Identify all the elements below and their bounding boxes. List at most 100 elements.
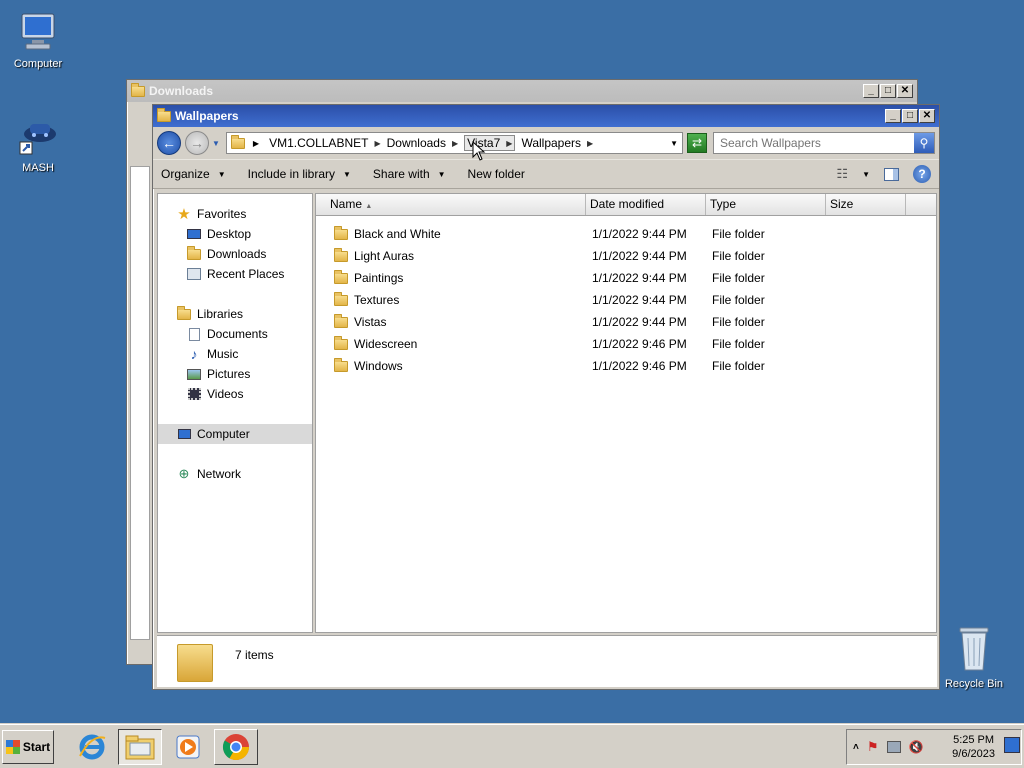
network-status-icon[interactable] [886, 741, 901, 753]
help-icon[interactable]: ? [913, 165, 931, 183]
table-row[interactable]: Black and White 1/1/2022 9:44 PM File fold… [316, 223, 936, 245]
folder-icon [334, 313, 348, 328]
address-bar[interactable]: ▶ VM1.COLLABNET ▶ Downloads ▶ Vista7 ▶ Wall… [225, 132, 683, 154]
column-name[interactable]: Name ▲ [316, 194, 586, 215]
view-chevron-down-icon[interactable]: ▼ [862, 170, 870, 179]
chevron-right-icon[interactable]: ▶ [506, 139, 512, 148]
windows-explorer-icon [125, 735, 155, 759]
include-in-library-button[interactable]: Include in library ▼ [248, 167, 351, 181]
close-button[interactable]: ✕ [919, 109, 935, 123]
refresh-button[interactable]: ⇄ [687, 133, 707, 153]
table-row[interactable]: Light Auras 1/1/2022 9:44 PM File folder [316, 245, 936, 267]
taskbar-media-player[interactable] [166, 729, 210, 765]
nav-pictures[interactable]: Pictures [158, 364, 312, 384]
desktop-icon-label: Recycle Bin [944, 678, 1004, 690]
recycle-bin-icon [954, 624, 994, 674]
forward-button[interactable]: → [185, 131, 209, 155]
navigation-pane: ★ Favorites Desktop Downloads Recent Pla… [157, 193, 313, 633]
nav-computer[interactable]: Computer [158, 424, 312, 444]
details-pane: 7 items [157, 635, 937, 687]
folder-icon [334, 357, 348, 372]
chevron-right-icon[interactable]: ▶ [587, 139, 593, 148]
address-history-chevron-icon[interactable]: ▼ [670, 139, 678, 148]
share-with-button[interactable]: Share with ▼ [373, 167, 446, 181]
file-date: 1/1/2022 9:44 PM [592, 315, 687, 329]
nav-desktop[interactable]: Desktop [158, 224, 312, 244]
search-input[interactable] [714, 136, 914, 150]
table-row[interactable]: Widescreen 1/1/2022 9:46 PM File folder [316, 333, 936, 355]
taskbar-chrome[interactable] [214, 728, 258, 765]
breadcrumb-computer[interactable]: VM1.COLLABNET ▶ [269, 136, 381, 150]
column-type[interactable]: Type [706, 194, 826, 215]
file-type: File folder [712, 227, 765, 241]
breadcrumb-wallpapers[interactable]: Wallpapers ▶ [521, 136, 593, 150]
music-icon: ♪ [190, 346, 198, 362]
file-type: File folder [712, 337, 765, 351]
table-row[interactable]: Textures 1/1/2022 9:44 PM File folder [316, 289, 936, 311]
nav-videos[interactable]: Videos [158, 384, 312, 404]
table-row[interactable]: Paintings 1/1/2022 9:44 PM File folder [316, 267, 936, 289]
action-center-flag-icon[interactable]: ⚑ [867, 739, 879, 755]
desktop-icon-mash[interactable]: MASH [0, 118, 76, 174]
search-box[interactable]: ⚲ [713, 132, 935, 154]
table-row[interactable]: Windows 1/1/2022 9:46 PM File folder [316, 355, 936, 377]
nav-downloads[interactable]: Downloads [158, 244, 312, 264]
folder-large-icon [177, 644, 213, 682]
view-options-icon[interactable]: ☷ [836, 166, 848, 182]
clock-date: 9/6/2023 [952, 748, 995, 760]
file-name: Vistas [354, 315, 387, 329]
item-count: 7 items [235, 648, 274, 662]
minimize-button[interactable]: _ [863, 84, 879, 98]
column-size[interactable]: Size [826, 194, 906, 215]
clock[interactable]: 5:25 PM 9/6/2023 [952, 733, 995, 761]
desktop-icon-label: Computer [13, 58, 63, 70]
close-button[interactable]: ✕ [897, 84, 913, 98]
chevron-down-icon: ▼ [343, 169, 351, 179]
minimize-button[interactable]: _ [885, 109, 901, 123]
chevron-right-icon[interactable]: ▶ [374, 139, 380, 148]
maximize-button[interactable]: □ [880, 84, 896, 98]
file-type: File folder [712, 359, 765, 373]
wallpapers-titlebar[interactable]: Wallpapers _ □ ✕ [153, 105, 939, 127]
taskbar-internet-explorer[interactable] [70, 729, 114, 765]
search-icon[interactable]: ⚲ [914, 133, 934, 153]
back-button[interactable]: ← [157, 131, 181, 155]
file-date: 1/1/2022 9:44 PM [592, 249, 687, 263]
maximize-button[interactable]: □ [902, 109, 918, 123]
nav-recent-places[interactable]: Recent Places [158, 264, 312, 284]
address-root-chevron-icon[interactable]: ▶ [253, 139, 259, 148]
table-row[interactable]: Vistas 1/1/2022 9:44 PM File folder [316, 311, 936, 333]
show-desktop-button[interactable] [1004, 737, 1020, 753]
organize-button[interactable]: Organize ▼ [161, 167, 226, 181]
computer-icon [16, 10, 60, 54]
start-button[interactable]: Start [2, 729, 54, 764]
downloads-titlebar[interactable]: Downloads _ □ ✕ [127, 80, 917, 102]
window-title: Wallpapers [175, 109, 239, 123]
wallpapers-window[interactable]: Wallpapers _ □ ✕ ← → ▼ ▶ VM1.COLLABNET ▶ … [152, 104, 940, 690]
nav-documents[interactable]: Documents [158, 324, 312, 344]
new-folder-button[interactable]: New folder [468, 167, 525, 181]
computer-icon [176, 427, 192, 441]
column-headers: Name ▲ Date modified Type Size [316, 194, 936, 216]
nav-libraries[interactable]: Libraries [158, 304, 312, 324]
file-list: Name ▲ Date modified Type Size Black and… [315, 193, 937, 633]
folder-icon [157, 107, 171, 122]
desktop-icon-computer[interactable]: Computer [0, 10, 76, 70]
network-icon: ⊕ [178, 466, 190, 481]
nav-music[interactable]: ♪ Music [158, 344, 312, 364]
file-name: Textures [354, 293, 400, 307]
desktop-icon-recycle-bin[interactable]: Recycle Bin [936, 624, 1012, 690]
preview-pane-icon[interactable] [884, 167, 899, 181]
taskbar-windows-explorer[interactable] [118, 728, 162, 765]
recent-pages-chevron-icon[interactable]: ▼ [212, 139, 220, 148]
nav-network[interactable]: ⊕ Network [158, 464, 312, 484]
folder-icon [230, 134, 245, 149]
recent-places-icon [186, 267, 202, 281]
show-hidden-icons-icon[interactable]: ˄ [853, 742, 859, 753]
nav-favorites[interactable]: ★ Favorites [158, 204, 312, 224]
downloads-window-body [130, 166, 150, 640]
chevron-right-icon[interactable]: ▶ [452, 139, 458, 148]
column-date-modified[interactable]: Date modified [586, 194, 706, 215]
volume-muted-icon[interactable]: 🔇 [909, 740, 924, 754]
breadcrumb-downloads[interactable]: Downloads ▶ [387, 136, 459, 150]
